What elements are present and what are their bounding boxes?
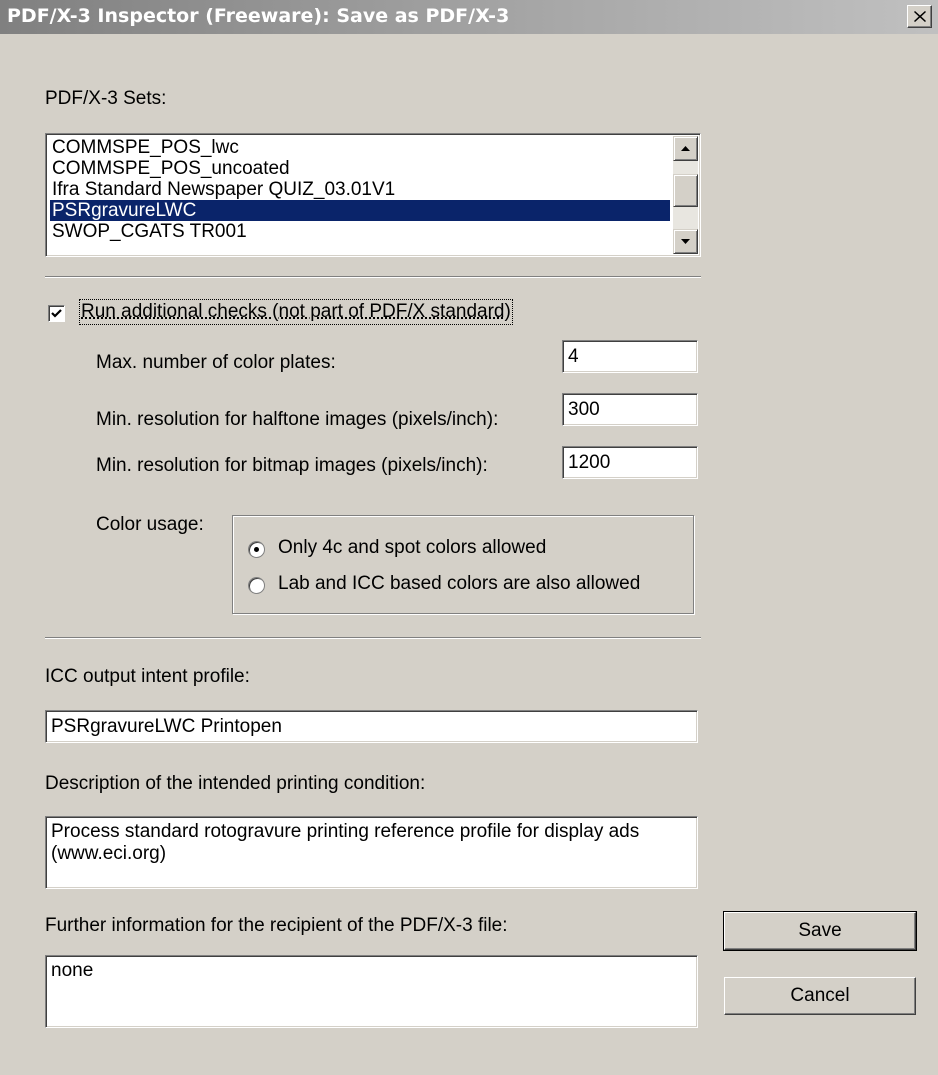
icc-profile-value: PSRgravureLWC Printopen — [51, 716, 282, 737]
additional-checks-checkbox[interactable] — [48, 305, 65, 322]
color-usage-label: Color usage: — [96, 514, 204, 535]
sets-listbox[interactable]: COMMSPE_POS_lwc COMMSPE_POS_uncoated Ifr… — [45, 133, 701, 257]
scroll-down-button[interactable] — [673, 229, 698, 254]
bitmap-resolution-input[interactable]: 1200 — [562, 446, 698, 479]
list-item-selected[interactable]: PSRgravureLWC — [50, 200, 670, 221]
max-plates-value: 4 — [568, 346, 579, 367]
further-info-textarea[interactable]: none — [45, 955, 698, 1028]
checkmark-icon — [51, 309, 62, 318]
halftone-resolution-input[interactable]: 300 — [562, 393, 698, 426]
radio-only-4c[interactable] — [248, 541, 265, 558]
icc-profile-label: ICC output intent profile: — [45, 666, 250, 687]
color-usage-group: Only 4c and spot colors allowed Lab and … — [232, 515, 694, 614]
description-textarea[interactable]: Process standard rotogravure printing re… — [45, 816, 698, 889]
scroll-thumb[interactable] — [673, 174, 698, 207]
list-item[interactable]: Ifra Standard Newspaper QUIZ_03.01V1 — [50, 179, 670, 200]
title-bar: PDF/X-3 Inspector (Freeware): Save as PD… — [0, 0, 938, 34]
additional-checks-label[interactable]: Run additional checks (not part of PDF/X… — [79, 299, 513, 325]
radio-dot — [254, 547, 259, 552]
max-plates-input[interactable]: 4 — [562, 340, 698, 373]
list-item[interactable]: COMMSPE_POS_lwc — [50, 137, 670, 158]
bitmap-value: 1200 — [568, 452, 611, 473]
sets-list: COMMSPE_POS_lwc COMMSPE_POS_uncoated Ifr… — [50, 137, 670, 242]
radio-lab-icc-label[interactable]: Lab and ICC based colors are also allowe… — [278, 573, 640, 595]
list-scrollbar[interactable] — [673, 136, 698, 254]
window-title: PDF/X-3 Inspector (Freeware): Save as PD… — [7, 5, 510, 27]
icc-profile-input[interactable]: PSRgravureLWC Printopen — [45, 710, 698, 743]
arrow-down-icon — [681, 239, 690, 244]
radio-lab-icc[interactable] — [248, 577, 265, 594]
radio-only-4c-label[interactable]: Only 4c and spot colors allowed — [278, 537, 546, 559]
list-item[interactable]: SWOP_CGATS TR001 — [50, 221, 670, 242]
separator — [45, 276, 701, 278]
scroll-up-button[interactable] — [673, 136, 698, 161]
max-plates-label: Max. number of color plates: — [96, 352, 336, 373]
further-info-label: Further information for the recipient of… — [45, 915, 508, 936]
halftone-label: Min. resolution for halftone images (pix… — [96, 409, 499, 430]
close-button[interactable] — [907, 5, 932, 28]
further-info-value: none — [51, 960, 94, 981]
halftone-value: 300 — [568, 399, 600, 420]
description-value: Process standard rotogravure printing re… — [51, 821, 640, 864]
arrow-up-icon — [681, 146, 690, 151]
cancel-button[interactable]: Cancel — [724, 977, 916, 1015]
bitmap-label: Min. resolution for bitmap images (pixel… — [96, 455, 488, 476]
sets-label: PDF/X-3 Sets: — [45, 88, 167, 109]
save-button[interactable]: Save — [723, 911, 917, 951]
separator — [45, 637, 701, 639]
close-icon — [913, 11, 926, 22]
list-item[interactable]: COMMSPE_POS_uncoated — [50, 158, 670, 179]
description-label: Description of the intended printing con… — [45, 773, 426, 794]
